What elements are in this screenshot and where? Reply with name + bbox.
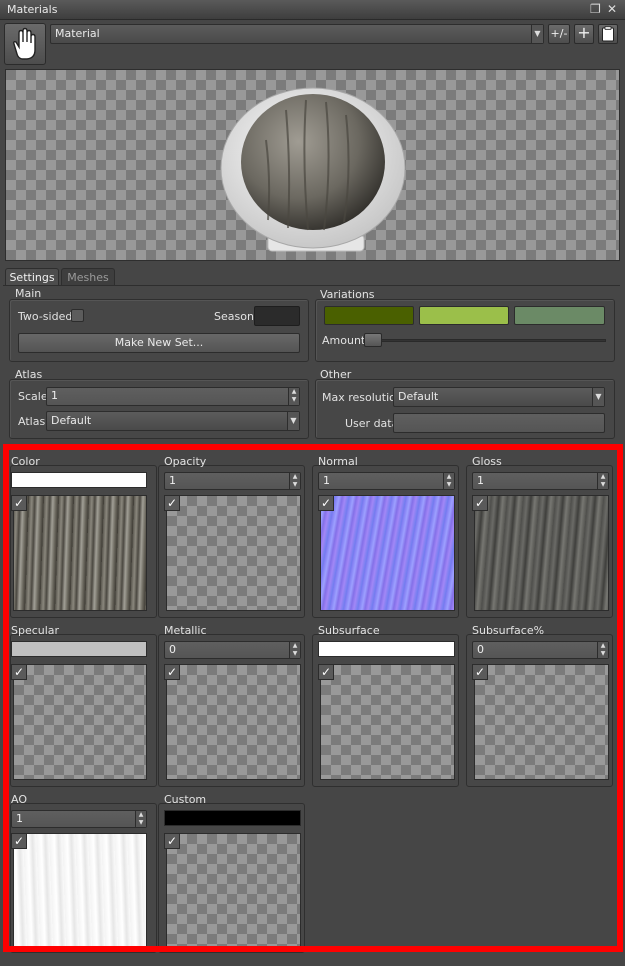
amount-slider-track[interactable] — [366, 339, 606, 342]
channel-label-metallic: Metallic — [164, 624, 207, 637]
subsurface-percent-texture-thumbnail[interactable] — [474, 664, 609, 780]
material-select-value: Material — [55, 27, 100, 40]
spin-arrows-icon[interactable]: ▲ ▼ — [597, 642, 608, 658]
material-preview[interactable] — [5, 69, 620, 261]
gloss-texture-thumbnail[interactable] — [474, 495, 609, 611]
normal-spinbox[interactable]: 1 ▲ ▼ — [318, 472, 455, 490]
ao-texture-thumbnail[interactable] — [13, 833, 147, 947]
season-label: Season — [214, 310, 254, 323]
checkmark-icon[interactable]: ✓ — [11, 664, 27, 680]
add-icon[interactable]: + — [574, 24, 594, 44]
scale-value: 1 — [51, 389, 58, 402]
opacity-spinbox[interactable]: 1 ▲ ▼ — [164, 472, 301, 490]
make-new-set-button[interactable]: Make New Set... — [18, 333, 300, 353]
opacity-value: 1 — [169, 474, 176, 487]
metallic-spinbox[interactable]: 0 ▲ ▼ — [164, 641, 301, 659]
specular-texture-thumbnail[interactable] — [13, 664, 147, 780]
plus-minus-button[interactable]: +/- — [548, 24, 570, 44]
close-icon[interactable]: ✕ — [607, 2, 617, 16]
amount-label: Amount — [322, 334, 366, 347]
custom-swatch[interactable] — [164, 810, 301, 826]
restore-icon[interactable]: ❐ — [590, 2, 601, 16]
atlas-select-value: Default — [51, 414, 92, 427]
checkmark-icon[interactable]: ✓ — [472, 495, 488, 511]
spin-arrows-icon[interactable]: ▲ ▼ — [289, 473, 300, 489]
window-title: Materials — [7, 3, 58, 16]
channel-label-normal: Normal — [318, 455, 358, 468]
metallic-value: 0 — [169, 643, 176, 656]
checkmark-icon[interactable]: ✓ — [164, 664, 180, 680]
channel-label-subsurface-percent: Subsurface% — [472, 624, 545, 637]
channel-label-color: Color — [11, 455, 40, 468]
tab-settings[interactable]: Settings — [5, 268, 59, 286]
dropdown-arrow-icon: ▼ — [531, 25, 543, 43]
scale-spinbox[interactable]: 1 ▲ ▼ — [46, 387, 300, 406]
spin-arrows-icon[interactable]: ▲ ▼ — [289, 642, 300, 658]
spin-arrows-icon[interactable]: ▲ ▼ — [135, 811, 146, 827]
opacity-texture-thumbnail[interactable] — [166, 495, 301, 611]
subsurface-percent-value: 0 — [477, 643, 484, 656]
subsurface-percent-spinbox[interactable]: 0 ▲ ▼ — [472, 641, 609, 659]
metallic-texture-thumbnail[interactable] — [166, 664, 301, 780]
clipboard-icon — [602, 26, 614, 42]
checkmark-icon[interactable]: ✓ — [11, 495, 27, 511]
clipboard-button[interactable] — [598, 24, 618, 44]
channel-label-ao: AO — [11, 793, 27, 806]
channel-label-opacity: Opacity — [164, 455, 207, 468]
subsurface-texture-thumbnail[interactable] — [320, 664, 455, 780]
checkmark-icon[interactable]: ✓ — [472, 664, 488, 680]
amount-slider-handle[interactable] — [364, 333, 382, 347]
scale-label: Scale — [18, 390, 48, 403]
preview-sphere — [220, 87, 406, 252]
user-data-field[interactable] — [393, 413, 605, 433]
max-resolution-label: Max resolution — [322, 391, 403, 404]
max-resolution-select[interactable]: Default ▼ — [393, 387, 605, 407]
atlas-label: Atlas — [18, 415, 46, 428]
channel-label-gloss: Gloss — [472, 455, 502, 468]
gloss-spinbox[interactable]: 1 ▲ ▼ — [472, 472, 609, 490]
color-texture-thumbnail[interactable] — [13, 495, 147, 611]
tab-divider — [3, 285, 620, 286]
max-resolution-value: Default — [398, 390, 439, 403]
season-swatch[interactable] — [254, 306, 300, 326]
channel-label-subsurface: Subsurface — [318, 624, 380, 637]
specular-swatch[interactable] — [11, 641, 147, 657]
normal-texture-thumbnail[interactable] — [320, 495, 455, 611]
variation-swatch-1[interactable] — [324, 306, 414, 325]
channel-label-custom: Custom — [164, 793, 207, 806]
ao-value: 1 — [16, 812, 23, 825]
gloss-value: 1 — [477, 474, 484, 487]
pan-tool-button[interactable] — [4, 23, 46, 65]
checkmark-icon[interactable]: ✓ — [318, 664, 334, 680]
two-sided-label: Two-sided — [18, 310, 73, 323]
dropdown-arrow-icon: ▼ — [592, 388, 604, 406]
color-swatch[interactable] — [11, 472, 147, 488]
checkmark-icon[interactable]: ✓ — [164, 495, 180, 511]
checkmark-icon[interactable]: ✓ — [318, 495, 334, 511]
dropdown-arrow-icon: ▼ — [287, 412, 299, 430]
spin-arrows-icon[interactable]: ▲ ▼ — [443, 473, 454, 489]
normal-value: 1 — [323, 474, 330, 487]
ao-spinbox[interactable]: 1 ▲ ▼ — [11, 810, 147, 828]
channel-label-specular: Specular — [11, 624, 60, 637]
subsurface-swatch[interactable] — [318, 641, 455, 657]
tab-meshes[interactable]: Meshes — [61, 268, 115, 286]
two-sided-checkbox[interactable] — [71, 309, 84, 322]
hand-icon — [13, 27, 36, 60]
spin-arrows-icon[interactable]: ▲ ▼ — [597, 473, 608, 489]
variation-swatch-3[interactable] — [514, 306, 605, 325]
checkmark-icon[interactable]: ✓ — [11, 833, 27, 849]
title-bar: Materials ❐ ✕ — [0, 0, 625, 20]
spin-arrows-icon[interactable]: ▲ ▼ — [288, 388, 299, 405]
custom-texture-thumbnail[interactable] — [166, 833, 301, 947]
user-data-label: User data — [345, 417, 399, 430]
variation-swatch-2[interactable] — [419, 306, 509, 325]
atlas-select[interactable]: Default ▼ — [46, 411, 300, 431]
material-select[interactable]: Material ▼ — [50, 24, 544, 44]
checkmark-icon[interactable]: ✓ — [164, 833, 180, 849]
